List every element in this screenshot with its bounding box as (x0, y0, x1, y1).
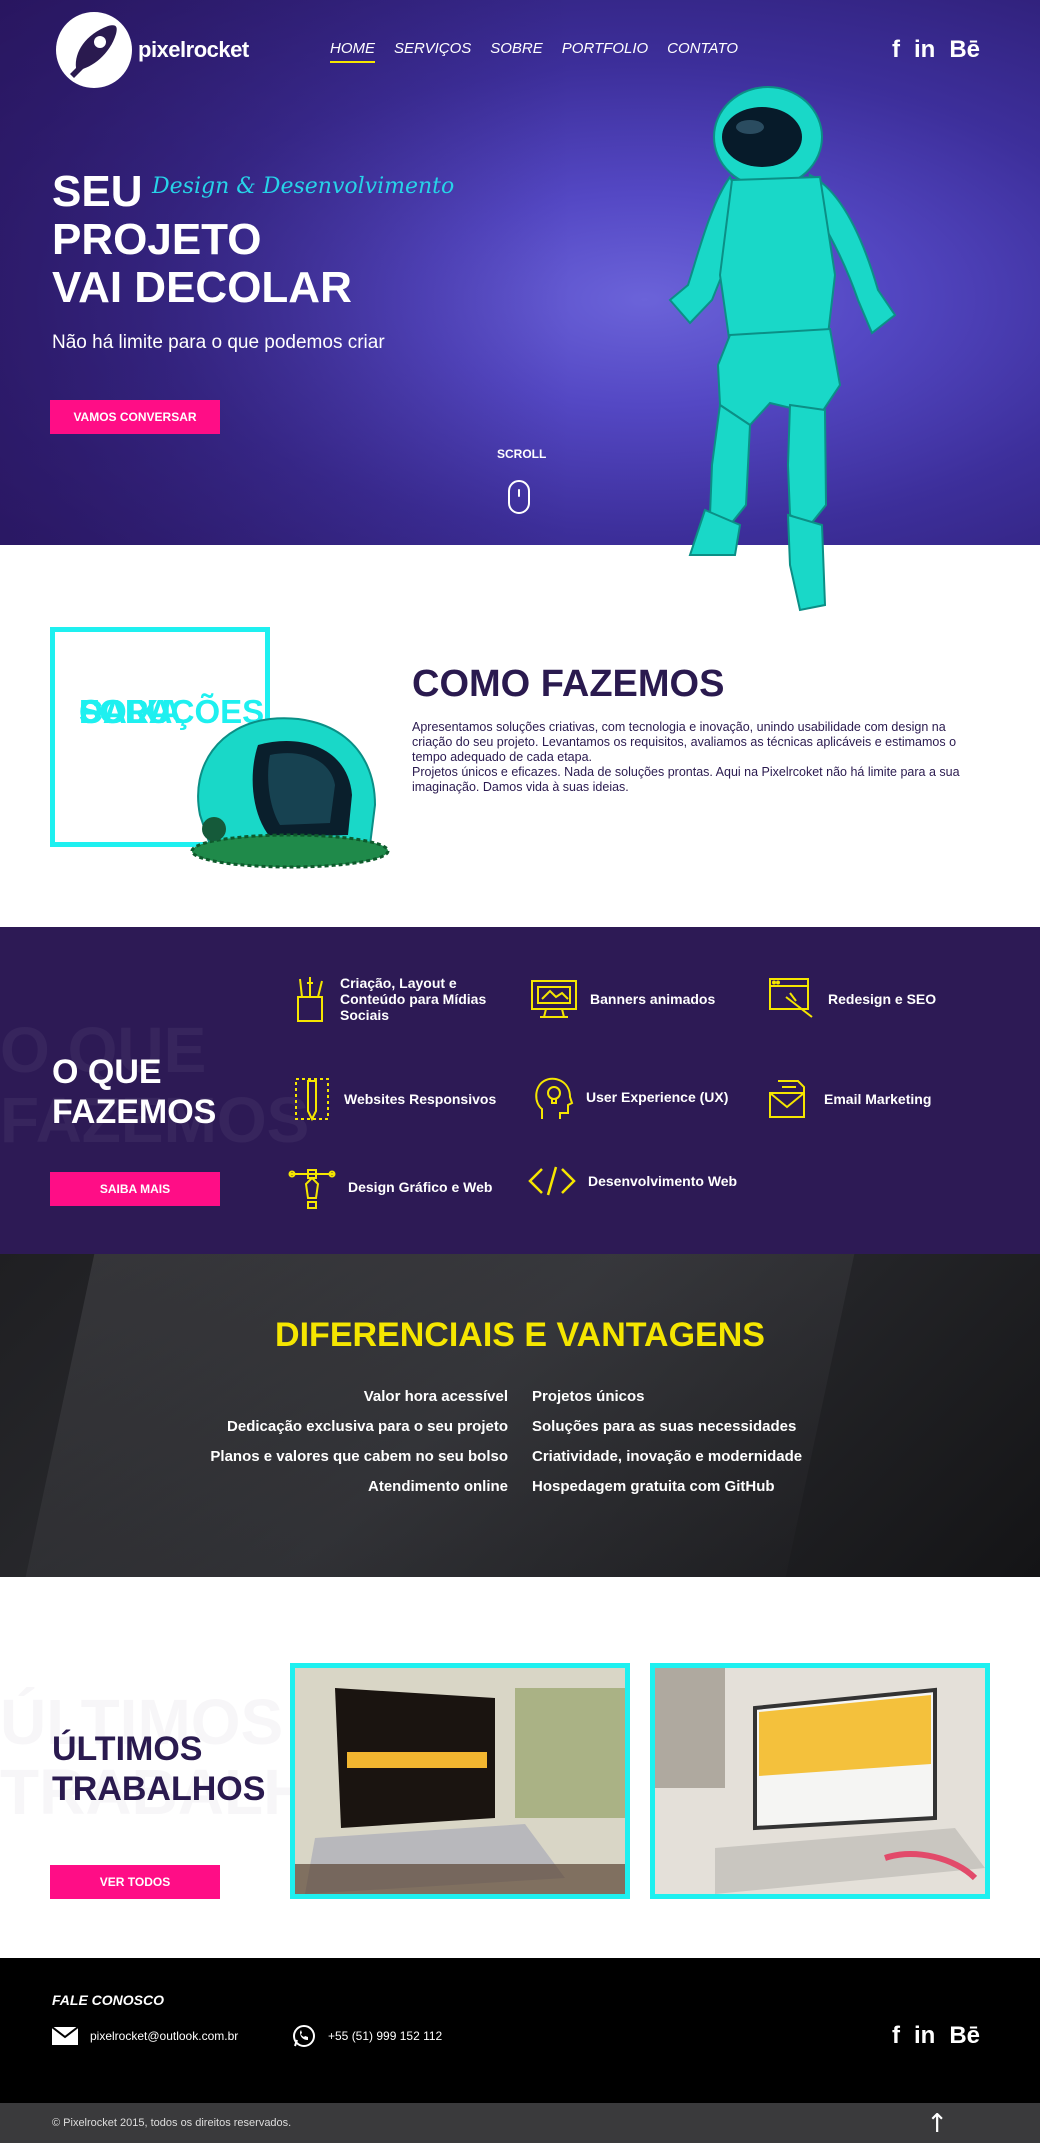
service-item[interactable]: Desenvolvimento Web (528, 1165, 758, 1197)
works-title-line: ÚLTIMOS (52, 1730, 203, 1768)
email-document-icon (769, 1080, 805, 1118)
diferenciais-title: DIFERENCIAIS E VANTAGENS (275, 1316, 765, 1354)
como-fazemos-paragraph: Projetos únicos e eficazes. Nada de solu… (412, 765, 960, 794)
ver-todos-button[interactable]: VER TODOS (50, 1865, 220, 1899)
footer-email[interactable]: pixelrocket@outlook.com.br (52, 2027, 238, 2045)
service-label: Criação, Layout e Conteúdo para Mídias S… (340, 975, 487, 1023)
service-item[interactable]: Redesign e SEO (768, 977, 968, 1021)
nav-sobre[interactable]: SOBRE (490, 40, 543, 63)
service-label: Desenvolvimento Web (588, 1173, 738, 1189)
diferencial-item: Criatividade, inovação e modernidade (532, 1448, 803, 1465)
behance-icon[interactable]: Bē (949, 2022, 980, 2050)
copyright-bar: © Pixelrocket 2015, todos os direitos re… (0, 2103, 1040, 2143)
ultimos-trabalhos-section: ÚLTIMOS TRABALHOS ÚLTIMOS TRABALHOS VER … (0, 1577, 1040, 1958)
service-item[interactable]: Email Marketing (768, 1077, 968, 1121)
portfolio-thumbnail-2[interactable] (650, 1663, 990, 1899)
pencil-ruler-icon (295, 1078, 329, 1122)
services-title-line: O QUE (52, 1053, 162, 1091)
diferencial-item: Hospedagem gratuita com GitHub (532, 1478, 775, 1495)
linkedin-icon[interactable]: in (914, 36, 935, 64)
footer-phone[interactable]: +55 (51) 999 152 112 (292, 2024, 442, 2048)
laptop-photo-2 (655, 1668, 985, 1894)
saiba-mais-button[interactable]: SAIBA MAIS (50, 1172, 220, 1206)
rocket-logo-icon (56, 12, 132, 88)
portfolio-thumbnail-1[interactable] (290, 1663, 630, 1899)
o-que-fazemos-section: O QUE FAZEMOS O QUE FAZEMOS SAIBA MAIS C… (0, 927, 1040, 1254)
hero-title-line: PROJETO (52, 215, 262, 264)
banner-monitor-icon (531, 980, 577, 1018)
copyright-text: © Pixelrocket 2015, todos os direitos re… (52, 2117, 292, 2129)
como-fazemos-heading: COMO FAZEMOS (412, 663, 725, 705)
diferencial-item: Projetos únicos (532, 1388, 645, 1405)
social-links: f in Bē (892, 36, 980, 64)
email-text: pixelrocket@outlook.com.br (90, 2029, 239, 2043)
back-to-top-arrow-icon[interactable]: ↑ (926, 2109, 948, 2139)
logo-text: pixelrocket (138, 37, 249, 62)
redesign-browser-icon (769, 978, 813, 1018)
diferencial-item: Planos e valores que cabem no seu bolso (210, 1448, 508, 1465)
envelope-icon (52, 2027, 78, 2045)
diferencial-item: Dedicação exclusiva para o seu projeto (227, 1418, 508, 1435)
service-label: Design Gráfico e Web (348, 1179, 493, 1195)
phone-text: +55 (51) 999 152 112 (328, 2029, 443, 2043)
logo[interactable]: pixelrocket (56, 12, 249, 88)
astronaut-illustration (668, 86, 897, 612)
behance-icon[interactable]: Bē (949, 36, 980, 64)
vamos-conversar-button[interactable]: VAMOS CONVERSAR (50, 400, 220, 434)
diferenciais-left-list: Valor hora acessível Dedicação exclusiva… (210, 1382, 508, 1502)
service-label: Email Marketing (824, 1091, 932, 1107)
fale-conosco-heading: FALE CONOSCO (52, 1992, 165, 2008)
service-item[interactable]: Banners animados (530, 979, 730, 1019)
facebook-icon[interactable]: f (892, 2022, 900, 2050)
main-menu: HOME SERVIÇOS SOBRE PORTFOLIO CONTATO (330, 40, 738, 63)
footer-social-links: f in Bē (892, 2022, 980, 2050)
service-label: User Experience (UX) (586, 1089, 729, 1105)
whatsapp-icon (293, 2025, 315, 2047)
service-item[interactable]: Criação, Layout e Conteúdo para Mídias S… (292, 975, 512, 1023)
head-lightbulb-icon (535, 1077, 574, 1119)
hero-script-tagline: Design & Desenvolvimento (152, 174, 455, 199)
brush-cup-icon (297, 977, 323, 1022)
nav-servicos[interactable]: SERVIÇOS (394, 40, 471, 63)
nav-contato[interactable]: CONTATO (667, 40, 738, 63)
hero-section: pixelrocket HOME SERVIÇOS SOBRE PORTFOLI… (0, 0, 1040, 612)
hero-headline: SEU PROJETO VAI DECOLAR Design & Desenvo… (52, 168, 454, 312)
mouse-scroll-icon[interactable] (508, 480, 530, 514)
diferencial-item: Valor hora acessível (363, 1388, 508, 1405)
diferencial-item: Atendimento online (368, 1478, 508, 1495)
nav-home[interactable]: HOME (330, 40, 375, 63)
diferenciais-right-list: Projetos únicos Soluções para as suas ne… (532, 1382, 802, 1502)
nav-portfolio[interactable]: PORTFOLIO (562, 40, 648, 63)
services-title-line: FAZEMOS (52, 1093, 217, 1131)
service-label: Websites Responsivos (344, 1091, 497, 1107)
works-title-line: TRABALHOS (52, 1770, 266, 1808)
helmet-illustration (190, 717, 390, 869)
linkedin-icon[interactable]: in (914, 2022, 935, 2050)
scroll-label: SCROLL (497, 447, 547, 461)
service-item[interactable]: Design Gráfico e Web (288, 1164, 518, 1210)
code-brackets-icon (528, 1166, 576, 1196)
service-label: Banners animados (590, 991, 716, 1007)
service-label: Redesign e SEO (828, 991, 937, 1007)
pen-tool-icon (288, 1169, 336, 1209)
hero-title-line: VAI DECOLAR (52, 263, 352, 312)
diferencial-item: Soluções para as suas necessidades (532, 1418, 797, 1435)
facebook-icon[interactable]: f (892, 36, 900, 64)
services-title: O QUE FAZEMOS (52, 1052, 216, 1132)
diferenciais-section: DIFERENCIAIS E VANTAGENS Valor hora aces… (0, 1254, 1040, 1577)
como-fazemos-paragraph: Apresentamos soluções criativas, com tec… (412, 720, 957, 764)
hero-subtitle: Não há limite para o que podemos criar (52, 332, 385, 353)
como-fazemos-text: Apresentamos soluções criativas, com tec… (412, 720, 972, 795)
footer: FALE CONOSCO pixelrocket@outlook.com.br … (0, 1958, 1040, 2103)
solucoes-line: CAIXA (79, 693, 182, 730)
laptop-photo-1 (295, 1668, 625, 1894)
service-item[interactable]: Websites Responsivos (292, 1075, 512, 1123)
service-item[interactable]: User Experience (UX) (530, 1073, 750, 1121)
works-title: ÚLTIMOS TRABALHOS (52, 1729, 265, 1809)
